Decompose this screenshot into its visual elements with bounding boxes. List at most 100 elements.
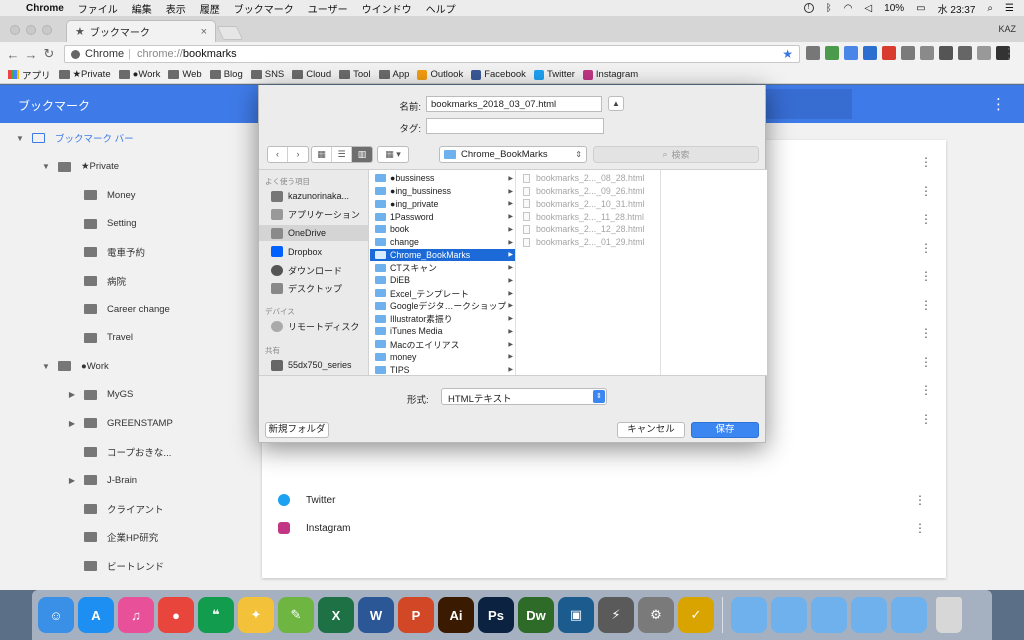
- reload-icon[interactable]: ↻: [40, 46, 58, 62]
- sidebar-item[interactable]: OneDrive: [259, 225, 368, 241]
- file-row[interactable]: bookmarks_2..._10_31.html: [523, 198, 659, 211]
- menu-item[interactable]: 表示: [166, 1, 186, 16]
- extension-image-icon[interactable]: [901, 46, 915, 60]
- bookmark-row[interactable]: Twitter ⋮: [262, 486, 946, 514]
- tree-item[interactable]: ▶ MyGS: [66, 386, 133, 404]
- caret-right-icon[interactable]: ▶: [66, 476, 78, 485]
- extension-translate-icon[interactable]: [844, 46, 858, 60]
- folder-icon[interactable]: [891, 597, 927, 633]
- caret-down-icon[interactable]: ▼: [40, 362, 52, 371]
- screen-app-icon[interactable]: ▣: [558, 597, 594, 633]
- list-view-icon[interactable]: ☰: [332, 147, 352, 162]
- menu-item[interactable]: ファイル: [78, 1, 118, 16]
- wifi-icon[interactable]: ◠: [844, 3, 853, 14]
- format-popup[interactable]: HTMLテキスト ⇕: [441, 388, 607, 405]
- folder-row[interactable]: change ▶: [370, 236, 515, 249]
- sidebar-item[interactable]: アプリケーション: [271, 207, 367, 223]
- bookmark-bar-item[interactable]: Tool: [339, 69, 371, 80]
- menu-item[interactable]: ウインドウ: [362, 1, 412, 16]
- folder-row[interactable]: CTスキャン ▶: [370, 261, 515, 274]
- tree-item[interactable]: Travel: [66, 329, 133, 347]
- caret-down-icon[interactable]: ▼: [14, 134, 26, 143]
- finder-icon[interactable]: ☺: [38, 597, 74, 633]
- minimize-window-button[interactable]: [26, 25, 36, 35]
- icon-view-icon[interactable]: ▦: [312, 147, 332, 162]
- file-row[interactable]: bookmarks_2..._09_26.html: [523, 185, 659, 198]
- tab-bookmarks[interactable]: ★ ブックマーク ×: [66, 20, 216, 42]
- row-menu-icon[interactable]: ⋮: [920, 412, 932, 426]
- folder-row[interactable]: Googleデジタ…ークショップ ▶: [370, 300, 515, 313]
- folder-row[interactable]: TIPS ▶: [370, 363, 515, 375]
- notification-center-icon[interactable]: ☰: [1005, 3, 1014, 14]
- folder-row[interactable]: book ▶: [370, 223, 515, 236]
- row-menu-icon[interactable]: ⋮: [920, 155, 932, 169]
- tree-item[interactable]: 企業HP研究: [66, 528, 158, 546]
- bookmark-bar-item[interactable]: SNS: [250, 69, 284, 80]
- bookmark-bar-item[interactable]: Blog: [209, 69, 243, 80]
- powerpoint-icon[interactable]: P: [398, 597, 434, 633]
- menu-item[interactable]: 編集: [132, 1, 152, 16]
- tree-item[interactable]: ▼ ●Work: [40, 357, 109, 375]
- column-view-icon[interactable]: ▥: [352, 147, 372, 162]
- trash-icon[interactable]: [936, 597, 962, 633]
- battery-icon[interactable]: ▭: [916, 3, 925, 14]
- row-menu-icon[interactable]: ⋮: [914, 493, 926, 507]
- bookmark-bar-item[interactable]: Cloud: [292, 69, 331, 80]
- folder-row[interactable]: Macのエイリアス ▶: [370, 338, 515, 351]
- extension-recycle-icon[interactable]: [825, 46, 839, 60]
- bluetooth-icon[interactable]: ᛒ: [826, 3, 832, 14]
- sidebar-item[interactable]: Dropbox: [271, 244, 367, 260]
- tree-item[interactable]: クライアント: [66, 500, 164, 518]
- tree-item[interactable]: Money: [66, 186, 136, 204]
- folder-row[interactable]: money ▶: [370, 351, 515, 364]
- bookmark-bar-item[interactable]: ★Private: [58, 69, 111, 80]
- tree-item[interactable]: 病院: [66, 272, 126, 290]
- app-store-icon[interactable]: A: [78, 597, 114, 633]
- row-menu-icon[interactable]: ⋮: [914, 521, 926, 535]
- norton-icon[interactable]: ✓: [678, 597, 714, 633]
- tags-field[interactable]: [426, 118, 604, 134]
- menu-item[interactable]: ブックマーク: [234, 1, 294, 16]
- row-menu-icon[interactable]: ⋮: [920, 298, 932, 312]
- bookmark-bar-item[interactable]: Outlook: [417, 69, 463, 80]
- zoom-window-button[interactable]: [42, 25, 52, 35]
- downloads-stack-icon[interactable]: [731, 597, 767, 633]
- close-window-button[interactable]: [10, 25, 20, 35]
- caret-right-icon[interactable]: ▶: [66, 390, 78, 399]
- tree-item[interactable]: ▼ ブックマーク バー: [14, 129, 134, 147]
- tree-item[interactable]: ビートレンド: [66, 557, 164, 575]
- clock[interactable]: 水 23:37: [938, 1, 976, 16]
- word-icon[interactable]: W: [358, 597, 394, 633]
- launchpad-icon[interactable]: ⚡: [598, 597, 634, 633]
- tree-item[interactable]: ▶ GREENSTAMP: [66, 414, 173, 432]
- hangouts-icon[interactable]: ❝: [198, 597, 234, 633]
- menu-item[interactable]: 履歴: [200, 1, 220, 16]
- close-tab-icon[interactable]: ×: [201, 26, 207, 38]
- chrome-icon[interactable]: ●: [158, 597, 194, 633]
- bookmark-bar-item[interactable]: Instagram: [582, 69, 638, 80]
- file-row[interactable]: bookmarks_2..._01_29.html: [523, 236, 659, 249]
- extension-screen-icon[interactable]: [977, 46, 991, 60]
- more-options-icon[interactable]: ⋮: [991, 95, 1006, 113]
- back-icon[interactable]: ‹: [268, 147, 288, 162]
- folder-row[interactable]: ●ing_private ▶: [370, 198, 515, 211]
- bookmark-bar-item[interactable]: ●Work: [118, 69, 160, 80]
- extension-chart-icon[interactable]: [863, 46, 877, 60]
- sidebar-item[interactable]: リモートディスク: [271, 318, 367, 334]
- extension-eyedropper-icon[interactable]: [939, 46, 953, 60]
- bookmark-this-page-icon[interactable]: ★: [782, 47, 793, 61]
- profile-name[interactable]: KAZ: [998, 24, 1016, 34]
- file-row[interactable]: bookmarks_2..._11_28.html: [523, 210, 659, 223]
- tree-item[interactable]: Setting: [66, 215, 137, 233]
- row-menu-icon[interactable]: ⋮: [920, 212, 932, 226]
- menu-app-name[interactable]: Chrome: [26, 3, 64, 14]
- menu-item[interactable]: ユーザー: [308, 1, 348, 16]
- file-name-field[interactable]: bookmarks_2018_03_07.html: [426, 96, 602, 112]
- folder-icon[interactable]: [851, 597, 887, 633]
- extension-camera-icon[interactable]: [920, 46, 934, 60]
- extension-calendar-icon[interactable]: [882, 46, 896, 60]
- new-tab-button[interactable]: [216, 26, 244, 40]
- file-row[interactable]: bookmarks_2..._12_28.html: [523, 223, 659, 236]
- folder-row[interactable]: Excel_テンプレート ▶: [370, 287, 515, 300]
- dreamweaver-icon[interactable]: Dw: [518, 597, 554, 633]
